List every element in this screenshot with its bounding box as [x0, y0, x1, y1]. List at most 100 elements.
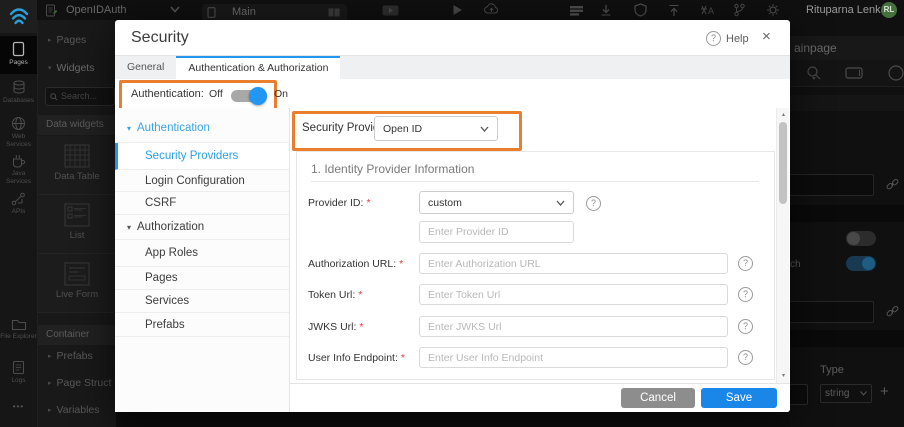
toggle-off-label: Off [209, 88, 223, 100]
collapsed-arrow-icon: ▸ [48, 37, 52, 44]
nav-group-authorization[interactable]: ▾ Authorization [115, 215, 289, 240]
widget-tile-live-form[interactable]: Live Form [38, 254, 116, 313]
tab-general[interactable]: General [115, 56, 176, 79]
nav-item-login-configuration[interactable]: Login Configuration [115, 170, 289, 192]
property-input[interactable] [786, 301, 874, 323]
nav-item-services[interactable]: Services [115, 290, 289, 313]
nav-item-app-roles[interactable]: App Roles [115, 240, 289, 267]
dialog-scrollbar[interactable]: ▴ ▾ [776, 108, 789, 383]
section-container: Container [38, 325, 116, 345]
export-icon[interactable] [668, 4, 680, 17]
scroll-up-icon[interactable]: ▴ [777, 110, 790, 120]
sidebar-item-pages[interactable]: Pages [0, 36, 37, 74]
sidebar-item-databases[interactable]: Databases [0, 80, 37, 112]
web-services-icon [12, 117, 25, 130]
sidebar-item-apis[interactable]: APIs [0, 192, 37, 222]
inspect-search-icon[interactable] [806, 65, 822, 81]
run-play-icon[interactable] [452, 4, 463, 16]
widget-tile-data-table[interactable]: Data Table [38, 136, 116, 195]
widget-tile-list[interactable]: List [38, 195, 116, 254]
dialog-tabs: General Authentication & Authorization [115, 55, 790, 79]
help-button[interactable]: ? Help [706, 31, 749, 46]
settings-gear-icon[interactable] [766, 3, 780, 17]
provider-id-input[interactable] [419, 221, 574, 243]
stack-icon[interactable] [569, 5, 584, 16]
dialog-title: Security [131, 29, 189, 46]
type-select[interactable]: string [820, 384, 872, 403]
save-button[interactable]: Save [701, 388, 777, 408]
provider-id-label: Provider ID: * [308, 197, 371, 209]
page-tab-main[interactable]: Main [202, 4, 347, 20]
chevron-down-icon [556, 200, 565, 206]
user-name[interactable]: Rituparna Lenka [806, 0, 887, 20]
provider-id-select[interactable]: custom [419, 191, 574, 214]
property-toggle-on[interactable] [846, 256, 876, 271]
import-icon[interactable] [600, 4, 612, 17]
branch-icon[interactable] [733, 3, 746, 17]
more-options-icon[interactable]: ••• [0, 402, 37, 418]
token-url-input[interactable] [419, 284, 728, 305]
chevron-down-icon [860, 391, 867, 396]
scroll-down-icon[interactable]: ▾ [777, 371, 790, 381]
project-name[interactable]: OpenIDAuth [66, 0, 127, 20]
translate-icon[interactable]: A [700, 4, 715, 16]
authentication-toggle[interactable] [231, 87, 267, 105]
user-info-endpoint-label: User Info Endpoint: * [308, 352, 405, 364]
scrollbar-thumb[interactable] [779, 122, 787, 204]
sidebar-item-java-services[interactable]: Java Services [0, 154, 37, 190]
jwks-url-help-icon[interactable]: ? [738, 319, 753, 334]
authorization-url-help-icon[interactable]: ? [738, 256, 753, 271]
app-window: OpenIDAuth Main A Rituparna Lenka RL Pag… [0, 0, 904, 427]
collapsed-arrow-icon: ▸ [48, 380, 52, 387]
nav-item-prefabs[interactable]: Prefabs [115, 313, 289, 337]
tree-variables[interactable]: ▸ Variables [38, 404, 126, 416]
tree-prefabs[interactable]: ▸ Prefabs [38, 350, 126, 362]
property-toggle-off[interactable] [846, 231, 876, 246]
nav-group-authentication[interactable]: ▾ Authentication [115, 114, 289, 143]
provider-id-help-icon[interactable]: ? [586, 196, 601, 211]
dialog-footer: Cancel Save [290, 383, 790, 412]
user-info-endpoint-input[interactable] [419, 347, 728, 368]
bind-link-icon[interactable] [886, 305, 899, 318]
tree-widgets[interactable]: ▾ Widgets [38, 62, 126, 74]
sidebar-item-web-services[interactable]: Web Services [0, 116, 37, 152]
theme-circle-icon[interactable] [888, 64, 904, 82]
shield-icon[interactable] [634, 3, 647, 17]
tab-authentication-authorization[interactable]: Authentication & Authorization [176, 56, 341, 79]
device-preview-icon[interactable] [845, 67, 863, 79]
jwks-url-input[interactable] [419, 316, 728, 337]
app-logo[interactable] [0, 0, 37, 33]
add-variable-button[interactable]: + [880, 383, 889, 400]
search-icon [50, 92, 58, 101]
close-icon[interactable]: × [762, 29, 771, 44]
list-icon [64, 203, 90, 227]
section-data-widgets: Data widgets [38, 115, 116, 135]
token-url-help-icon[interactable]: ? [738, 287, 753, 302]
authorization-url-input[interactable] [419, 253, 728, 274]
project-chevron-icon[interactable] [170, 6, 180, 13]
tree-page-structure[interactable]: ▸ Page Struct [38, 377, 126, 389]
expanded-arrow-icon: ▾ [48, 65, 52, 72]
nav-item-csrf[interactable]: CSRF [115, 192, 289, 215]
user-info-endpoint-help-icon[interactable]: ? [738, 350, 753, 365]
nav-item-pages[interactable]: Pages [115, 267, 289, 290]
project-doc-icon [45, 4, 58, 17]
widget-search-input[interactable]: Search... [45, 87, 115, 106]
logs-icon [13, 361, 24, 374]
tree-pages[interactable]: ▸ Pages [38, 34, 126, 46]
cloud-upload-icon[interactable] [484, 3, 499, 16]
security-provider-select[interactable]: Open ID [374, 116, 498, 141]
property-input[interactable] [786, 174, 874, 196]
data-table-icon [64, 144, 90, 168]
video-icon[interactable] [382, 5, 399, 16]
identity-provider-form: 1. Identity Provider Information Provide… [296, 151, 775, 380]
widgets-panel: ▸ Pages ▾ Widgets Search... Data widgets D… [37, 20, 116, 427]
nav-item-security-providers[interactable]: Security Providers [115, 143, 289, 170]
avatar[interactable]: RL [881, 2, 897, 18]
sidebar-item-logs[interactable]: Logs [0, 360, 37, 394]
cancel-button[interactable]: Cancel [621, 388, 695, 408]
apis-icon [11, 192, 25, 206]
sidebar-item-file-explorer[interactable]: File Explorer [0, 318, 37, 356]
right-properties-panel: ainpage ch Type string + [784, 20, 904, 427]
bind-link-icon[interactable] [886, 178, 899, 191]
